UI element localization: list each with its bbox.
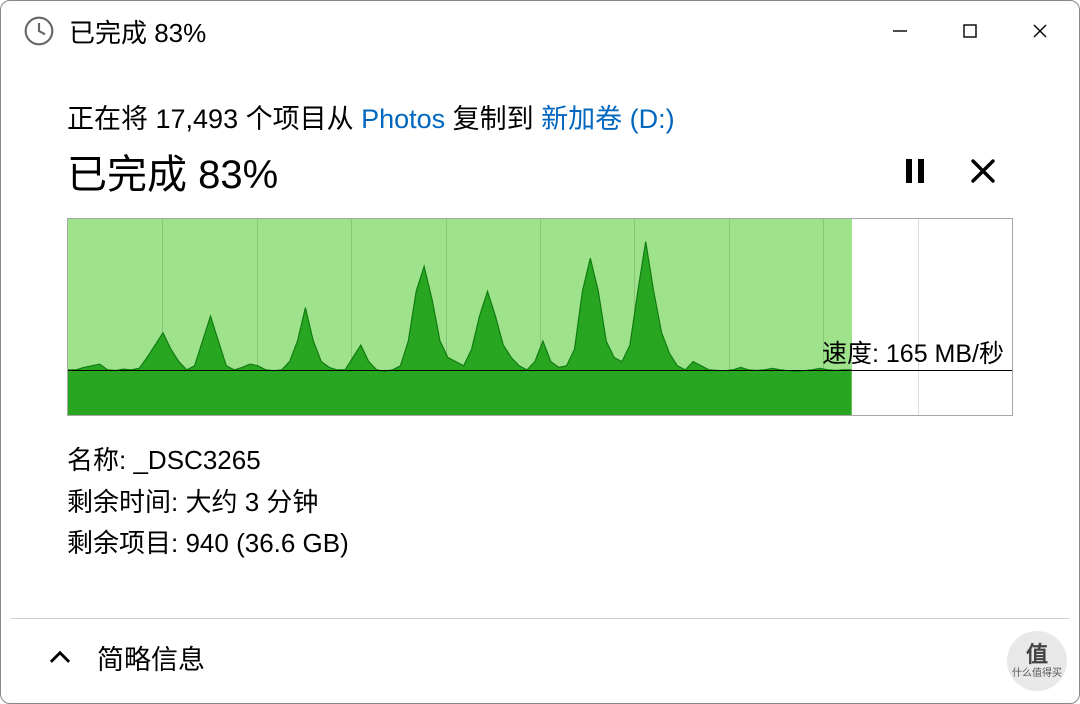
time-value: 大约 3 分钟 [185,487,318,517]
time-label: 剩余时间: [67,487,178,517]
watermark-caption: 什么值得买 [1012,668,1062,679]
items-value: 940 (36.6 GB) [185,528,348,558]
file-copy-dialog: 已完成 83% 正在将 17,493 个项目从 Photos 复制到 新加卷 (… [0,0,1080,704]
speed-curve [68,219,1012,415]
close-window-button[interactable] [1005,7,1075,55]
source-link[interactable]: Photos [361,104,445,134]
details-toggle-label: 简略信息 [97,638,205,677]
name-value: _DSC3265 [133,445,260,475]
details-toggle-row[interactable]: 简略信息 [1,618,1079,703]
speed-value: 165 MB/秒 [886,340,1004,368]
maximize-button[interactable] [935,7,1005,55]
minimize-button[interactable] [865,7,935,55]
detail-name: 名称: _DSC3265 [67,440,1013,482]
details-block: 名称: _DSC3265 剩余时间: 大约 3 分钟 剩余项目: 940 (36… [67,440,1013,565]
copy-description: 正在将 17,493 个项目从 Photos 复制到 新加卷 (D:) [67,97,1013,136]
detail-time-remaining: 剩余时间: 大约 3 分钟 [67,482,1013,524]
speed-readout: 速度: 165 MB/秒 [822,334,1004,370]
watermark-badge: 值 什么值得买 [1007,631,1067,691]
progress-status: 已完成 83% [67,142,278,200]
copy-prefix: 正在将 17,493 个项目从 [67,104,361,134]
progress-clock-icon [23,15,55,47]
name-label: 名称: [67,445,126,475]
copy-mid: 复制到 [445,104,541,134]
speed-label-text: 速度: [822,340,879,368]
pause-button[interactable] [885,143,945,199]
titlebar: 已完成 83% [1,1,1079,61]
divider [11,618,1069,619]
chevron-up-icon [47,645,73,671]
destination-link[interactable]: 新加卷 (D:) [541,104,674,134]
window-title: 已完成 83% [69,13,206,50]
cancel-button[interactable] [953,143,1013,199]
watermark-glyph: 值 [1026,643,1048,667]
speed-chart: 速度: 165 MB/秒 [67,218,1013,416]
items-label: 剩余项目: [67,528,178,558]
baseline [68,370,1012,371]
detail-items-remaining: 剩余项目: 940 (36.6 GB) [67,523,1013,565]
